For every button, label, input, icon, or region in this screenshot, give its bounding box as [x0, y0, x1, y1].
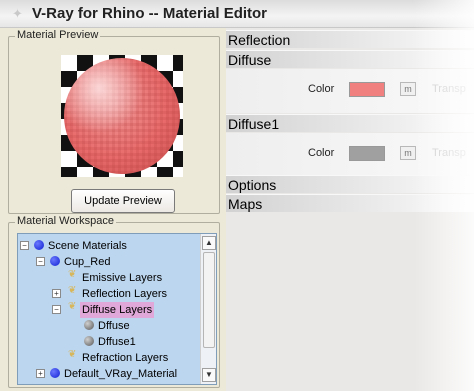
- collapse-icon[interactable]: −: [36, 257, 45, 266]
- material-preview-image: [61, 55, 183, 177]
- app-icon: ✦: [12, 6, 23, 21]
- rollout-maps[interactable]: Maps: [226, 194, 474, 212]
- material-preview-group: Material Preview Update Preview: [8, 29, 220, 214]
- diffuse-transparency-label: Transp: [432, 83, 466, 95]
- diffuse1-map-button[interactable]: m: [400, 146, 416, 160]
- tree-item-label: Cup_Red: [64, 256, 111, 268]
- diffuse-color-label: Color: [308, 83, 335, 95]
- material-workspace-legend: Material Workspace: [15, 215, 116, 227]
- grey-sphere-icon: [84, 318, 94, 334]
- material-tree[interactable]: − Scene Materials − Cup_Red ❦ Emissive L…: [17, 233, 217, 385]
- layer-icon: ❦: [68, 285, 77, 296]
- preview-sphere: [64, 58, 180, 174]
- scroll-up-icon[interactable]: ▲: [202, 236, 216, 250]
- rollout-diffuse1[interactable]: Diffuse1: [226, 114, 474, 132]
- tree-item-label: Emissive Layers: [82, 272, 163, 284]
- material-preview-legend: Material Preview: [15, 29, 101, 41]
- material-workspace-group: Material Workspace − Scene Materials − C…: [8, 215, 220, 388]
- collapse-icon[interactable]: −: [20, 241, 29, 250]
- rollout-options[interactable]: Options: [226, 175, 474, 193]
- blue-sphere-icon: [34, 238, 44, 254]
- expand-icon[interactable]: +: [52, 289, 61, 298]
- rollout-reflection[interactable]: Reflection: [226, 30, 474, 48]
- diffuse-panel: Color m Transp: [226, 69, 474, 113]
- grey-sphere-icon: [84, 334, 94, 350]
- blue-sphere-icon: [50, 366, 60, 382]
- expand-icon[interactable]: +: [36, 369, 45, 378]
- collapse-icon[interactable]: −: [52, 305, 61, 314]
- diffuse1-panel: Color m Transp: [226, 133, 474, 175]
- tree-item-label: Scene Materials: [48, 240, 127, 252]
- update-preview-button[interactable]: Update Preview: [71, 189, 175, 213]
- tree-item-label: Dffuse: [98, 320, 130, 332]
- left-pane: Material Preview Update Preview Material…: [4, 28, 224, 391]
- diffuse1-transparency-label: Transp: [432, 147, 466, 159]
- blue-sphere-icon: [50, 254, 60, 270]
- scroll-down-icon[interactable]: ▼: [202, 368, 216, 382]
- layer-icon: ❦: [68, 269, 77, 280]
- diffuse1-color-label: Color: [308, 147, 335, 159]
- material-editor-window: ✦ V-Ray for Rhino -- Material Editor Mat…: [0, 0, 474, 391]
- diffuse-map-button[interactable]: m: [400, 82, 416, 96]
- scroll-thumb[interactable]: [203, 252, 215, 348]
- rollout-diffuse[interactable]: Diffuse: [226, 50, 474, 68]
- diffuse1-color-swatch[interactable]: [349, 146, 385, 161]
- tree-item-label: Refraction Layers: [82, 352, 169, 364]
- tree-scrollbar[interactable]: ▲ ▼: [200, 234, 216, 384]
- title-bar[interactable]: ✦ V-Ray for Rhino -- Material Editor: [0, 0, 474, 28]
- tree-item-label: Default_VRay_Material: [64, 368, 178, 380]
- right-pane: Reflection Diffuse Color m Transp Diffus…: [226, 28, 474, 391]
- window-title: V-Ray for Rhino -- Material Editor: [32, 5, 268, 22]
- layer-icon: ❦: [68, 349, 77, 360]
- layer-icon: ❦: [68, 301, 77, 312]
- tree-item-label-selected: Diffuse Layers: [80, 302, 155, 318]
- tree-item-label: Reflection Layers: [82, 288, 167, 300]
- tree-item-label: Dffuse1: [98, 336, 136, 348]
- diffuse-color-swatch[interactable]: [349, 82, 385, 97]
